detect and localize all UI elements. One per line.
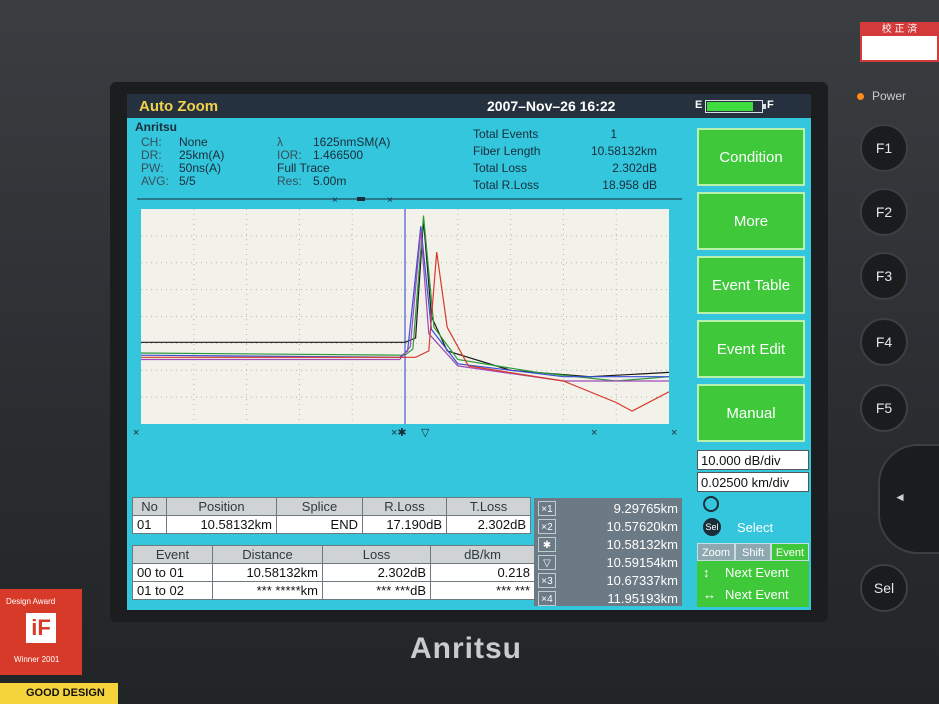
- marker-row[interactable]: ×2 10.57620km: [534, 518, 682, 535]
- sel-icon: Sel: [703, 518, 721, 536]
- tab-event[interactable]: Event: [771, 543, 809, 561]
- zoom-range-bar: × ×: [137, 195, 682, 205]
- award-year: Winner 2001: [14, 655, 60, 664]
- app-title: Auto Zoom: [139, 98, 219, 115]
- marker-x1-icon: ×1: [538, 501, 556, 516]
- svg-text:×: ×: [591, 427, 597, 439]
- vendor-label: Anritsu: [135, 120, 177, 134]
- svg-text:×: ×: [133, 427, 139, 439]
- trace-chart[interactable]: [141, 209, 669, 424]
- svg-text:▽: ▽: [421, 427, 430, 439]
- svg-text:×: ×: [332, 195, 338, 205]
- event-edit-button[interactable]: Event Edit: [697, 320, 805, 378]
- marker-x2-icon: ×2: [538, 519, 556, 534]
- dpad-left-icon[interactable]: ◄: [894, 490, 906, 504]
- marker-triangle-icon: ▽: [538, 555, 556, 570]
- table-row[interactable]: 01 10.58132km END 17.190dB 2.302dB: [132, 515, 531, 534]
- marker-x3-icon: ×3: [538, 573, 556, 588]
- event-table-header: No Position Splice R.Loss T.Loss: [132, 497, 531, 516]
- manual-button[interactable]: Manual: [697, 384, 805, 442]
- award-label: Design Award: [6, 597, 56, 606]
- marker-row[interactable]: ×3 10.67337km: [534, 572, 682, 589]
- db-div-scale: 10.000 dB/div: [697, 450, 809, 470]
- design-award-sticker: Design Award iF Winner 2001: [0, 589, 82, 675]
- good-design-sticker: GOOD DESIGN: [0, 683, 118, 704]
- datetime: 2007–Nov–26 16:22: [487, 98, 616, 114]
- section-table: Event Distance Loss dB/km 00 to 01 10.58…: [132, 545, 535, 600]
- updown-arrow-icon: ↕: [703, 565, 710, 580]
- section-table-header: Event Distance Loss dB/km: [132, 545, 535, 564]
- marker-axis: × ×✱ ▽ × ×: [133, 427, 677, 439]
- summary-values: 1 10.58132km 2.302dB 18.958 dB: [590, 127, 657, 192]
- marker-list: ×1 9.29765km ×2 10.57620km ✱ 10.58132km ▽ 10…: [534, 498, 682, 606]
- battery-f-label: F: [767, 99, 774, 111]
- power-led-icon: [857, 93, 864, 100]
- event-table: No Position Splice R.Loss T.Loss 01 10.5…: [132, 497, 531, 534]
- brand-logo: Anritsu: [410, 632, 522, 665]
- marker-row[interactable]: ✱ 10.58132km: [534, 536, 682, 553]
- marker-row[interactable]: ▽ 10.59154km: [534, 554, 682, 571]
- params-mid: λ 1625nmSM(A) IOR: 1.466500 Full Trace Res…: [277, 135, 391, 188]
- f4-key[interactable]: F4: [860, 318, 908, 366]
- marker-row[interactable]: ×4 11.95193km: [534, 590, 682, 607]
- if-logo: iF: [26, 613, 56, 643]
- marker-x4-icon: ×4: [538, 591, 556, 606]
- f3-key[interactable]: F3: [860, 252, 908, 300]
- table-row[interactable]: 01 to 02 *** *****km *** ***dB *** ***: [132, 581, 535, 600]
- select-label: Select: [737, 520, 774, 535]
- battery-e-label: E: [695, 99, 703, 111]
- summary-labels: Total Events Fiber Length Total Loss Tot…: [473, 127, 541, 192]
- dial-icon: [703, 496, 719, 512]
- km-div-scale: 0.02500 km/div: [697, 472, 809, 492]
- next-event-leftright[interactable]: ↔ Next Event: [703, 587, 789, 602]
- tab-shift[interactable]: Shift: [735, 543, 771, 561]
- marker-star-icon: ✱: [538, 537, 556, 552]
- calibration-label: 校 正 済: [862, 24, 937, 36]
- f5-key[interactable]: F5: [860, 384, 908, 432]
- table-row[interactable]: 00 to 01 10.58132km 2.302dB 0.218: [132, 563, 535, 582]
- event-table-button[interactable]: Event Table: [697, 256, 805, 314]
- condition-button[interactable]: Condition: [697, 128, 805, 186]
- params-left: CH: None DR: 25km(A) PW: 50ns(A) AVG: 5/5: [141, 135, 225, 188]
- svg-text:×: ×: [671, 427, 677, 439]
- f2-key[interactable]: F2: [860, 188, 908, 236]
- f1-key[interactable]: F1: [860, 124, 908, 172]
- title-bar: Auto Zoom 2007–Nov–26 16:22 E F: [127, 94, 811, 118]
- trace-plot[interactable]: [141, 209, 669, 424]
- marker-row[interactable]: ×1 9.29765km: [534, 500, 682, 517]
- battery-level: [707, 102, 753, 111]
- otdr-screen: Auto Zoom 2007–Nov–26 16:22 E F Anritsu …: [127, 94, 811, 610]
- next-event-updown[interactable]: ↕ Next Event: [703, 565, 789, 580]
- dpad[interactable]: ◄: [878, 444, 939, 554]
- svg-text:×✱: ×✱: [391, 427, 407, 439]
- event-nav: ↕ Next Event ↔ Next Event: [697, 561, 809, 607]
- sel-key[interactable]: Sel: [860, 564, 908, 612]
- leftright-arrow-icon: ↔: [703, 587, 716, 602]
- more-button[interactable]: More: [697, 192, 805, 250]
- power-label: Power: [857, 89, 906, 103]
- tab-zoom[interactable]: Zoom: [697, 543, 735, 561]
- calibration-sticker: 校 正 済: [860, 22, 939, 62]
- battery-icon: [705, 100, 766, 113]
- svg-text:×: ×: [387, 195, 393, 205]
